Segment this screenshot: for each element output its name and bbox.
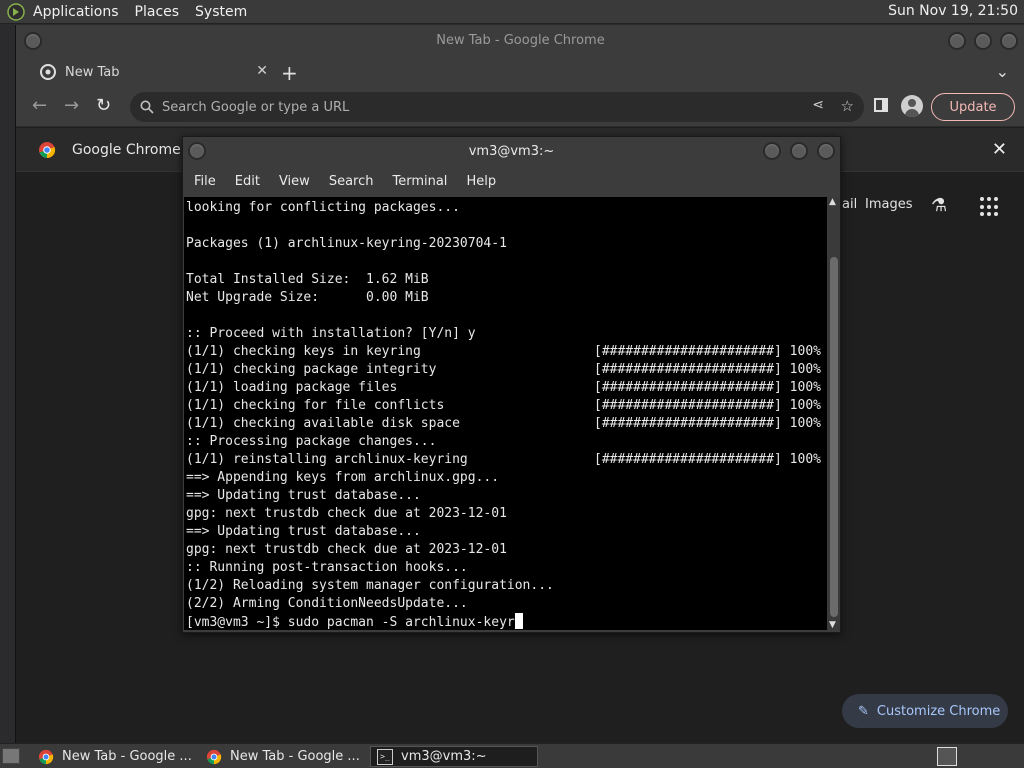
chrome-icon	[206, 749, 222, 764]
terminal-line: (1/1) checking package integrity	[186, 362, 437, 377]
terminal-line: Packages (1) archlinux-keyring-20230704-…	[186, 236, 507, 251]
taskbar-item-label: New Tab - Google ...	[230, 749, 360, 764]
images-link[interactable]: Images	[865, 197, 913, 212]
terminal-titlebar[interactable]: vm3@vm3:~	[183, 137, 840, 167]
tab-strip: New Tab ✕ + ⌄	[16, 57, 1024, 87]
terminal-menu-terminal[interactable]: Terminal	[392, 174, 447, 189]
terminal-line: :: Proceed with installation? [Y/n] y	[186, 326, 476, 341]
terminal-maximize-button[interactable]	[790, 142, 808, 160]
chrome-titlebar[interactable]: New Tab - Google Chrome	[16, 25, 1024, 57]
terminal-line: ==> Updating trust database...	[186, 524, 421, 539]
terminal-close-button[interactable]	[817, 142, 835, 160]
bookmark-star-icon[interactable]: ☆	[841, 97, 854, 115]
terminal-line: (1/1) checking for file conflicts	[186, 398, 445, 413]
terminal-cursor	[514, 613, 523, 629]
omnibox-placeholder: Search Google or type a URL	[162, 99, 350, 115]
tab-title: New Tab	[65, 64, 120, 80]
maximize-button[interactable]	[974, 32, 992, 50]
terminal-line: looking for conflicting packages...	[186, 200, 460, 215]
pencil-icon: ✎	[858, 703, 869, 719]
progress-bar-text: [######################] 100%	[594, 416, 821, 431]
terminal-line: ==> Updating trust database...	[186, 488, 421, 503]
terminal-line: gpg: next trustdb check due at 2023-12-0…	[186, 542, 507, 557]
places-menu[interactable]: Places	[135, 4, 180, 20]
terminal-line: (1/1) checking keys in keyring	[186, 344, 421, 359]
chrome-window-title: New Tab - Google Chrome	[436, 33, 605, 48]
clock[interactable]: Sun Nov 19, 21:50	[888, 3, 1018, 19]
terminal-menu-search[interactable]: Search	[329, 174, 374, 189]
progress-bar-text: [######################] 100%	[594, 344, 821, 359]
terminal-line: Net Upgrade Size: 0.00 MiB	[186, 290, 429, 305]
terminal-line: (1/1) loading package files	[186, 380, 398, 395]
side-panel-icon[interactable]	[874, 98, 888, 112]
chrome-toolbar: ← → ↻ Search Google or type a URL ⋖ ☆ Up…	[16, 87, 1024, 127]
close-infobar-icon[interactable]: ✕	[992, 139, 1007, 160]
progress-bar-text: [######################] 100%	[594, 380, 821, 395]
update-button[interactable]: Update	[931, 93, 1015, 121]
minimize-button[interactable]	[948, 32, 966, 50]
terminal-line: (1/2) Reloading system manager configura…	[186, 578, 554, 593]
share-icon[interactable]: ⋖	[812, 97, 824, 113]
terminal-menu-edit[interactable]: Edit	[235, 174, 260, 189]
progress-bar-text: [######################] 100%	[594, 398, 821, 413]
terminal-window: vm3@vm3:~ File Edit View Search Terminal…	[182, 136, 841, 633]
labs-flask-icon[interactable]: ⚗	[931, 195, 947, 216]
terminal-line: ==> Appending keys from archlinux.gpg...	[186, 470, 500, 485]
system-menu[interactable]: System	[195, 4, 247, 20]
top-panel: Applications Places System Sun Nov 19, 2…	[0, 0, 1024, 24]
new-tab-icon[interactable]: +	[281, 61, 298, 85]
terminal-line: :: Running post-transaction hooks...	[186, 560, 468, 575]
search-icon	[140, 100, 154, 114]
gmail-link[interactable]: ail	[842, 197, 857, 212]
forward-icon[interactable]: →	[64, 95, 79, 116]
reload-icon[interactable]: ↻	[96, 95, 111, 116]
omnibox[interactable]: Search Google or type a URL ⋖ ☆	[130, 92, 864, 122]
back-icon[interactable]: ←	[32, 95, 47, 116]
customize-chrome-label: Customize Chrome	[876, 703, 1001, 719]
terminal-menu-help[interactable]: Help	[466, 174, 496, 189]
customize-chrome-button[interactable]: ✎ Customize Chrome	[842, 694, 1008, 728]
terminal-screen[interactable]: looking for conflicting packages... Packa…	[184, 197, 827, 630]
chevron-down-icon[interactable]: ⌄	[996, 62, 1009, 81]
taskbar-item-chrome-2[interactable]: New Tab - Google ...	[200, 746, 366, 767]
close-window-button[interactable]	[1000, 32, 1018, 50]
terminal-menubar: File Edit View Search Terminal Help	[183, 167, 840, 195]
google-chrome-logo-icon	[39, 141, 56, 158]
taskbar-item-label: vm3@vm3:~	[401, 749, 487, 764]
terminal-menu-file[interactable]: File	[194, 174, 216, 189]
tab-new-tab[interactable]: New Tab ✕	[26, 57, 278, 87]
workspace-switcher[interactable]	[937, 747, 957, 766]
taskbar-item-chrome-1[interactable]: New Tab - Google ...	[32, 746, 196, 767]
bottom-taskbar: New Tab - Google ... New Tab - Google ..…	[0, 743, 1024, 768]
show-desktop-icon[interactable]	[2, 748, 20, 764]
progress-bar-text: [######################] 100%	[594, 362, 821, 377]
terminal-line: (1/1) checking available disk space	[186, 416, 460, 431]
terminal-line: Total Installed Size: 1.62 MiB	[186, 272, 429, 287]
chrome-icon	[38, 749, 54, 764]
close-tab-icon[interactable]: ✕	[256, 63, 268, 79]
scroll-down-icon[interactable]: ▼	[829, 620, 836, 630]
terminal-prompt-line: [vm3@vm3 ~]$ sudo pacman -S archlinux-ke…	[186, 613, 523, 630]
applications-menu[interactable]: Applications	[33, 4, 119, 20]
profile-avatar-icon[interactable]	[901, 95, 923, 117]
terminal-line: :: Processing package changes...	[186, 434, 437, 449]
distro-logo-icon[interactable]	[5, 1, 27, 23]
terminal-line: (1/1) reinstalling archlinux-keyring	[186, 452, 468, 467]
progress-bar-text: [######################] 100%	[594, 452, 821, 467]
terminal-minimize-button[interactable]	[763, 142, 781, 160]
infobar-text: Google Chrome is	[72, 141, 197, 158]
terminal-line: (2/2) Arming ConditionNeedsUpdate...	[186, 596, 468, 611]
terminal-menu-view[interactable]: View	[279, 174, 310, 189]
taskbar-item-label: New Tab - Google ...	[62, 749, 192, 764]
terminal-line: gpg: next trustdb check due at 2023-12-0…	[186, 506, 507, 521]
terminal-title: vm3@vm3:~	[468, 144, 555, 159]
google-apps-icon[interactable]	[980, 197, 1000, 217]
scroll-up-icon[interactable]: ▲	[829, 197, 836, 207]
terminal-scrollbar[interactable]: ▲ ▼	[828, 197, 840, 630]
terminal-icon: >_	[377, 748, 393, 765]
taskbar-item-terminal[interactable]: >_ vm3@vm3:~	[370, 746, 538, 767]
chrome-favicon-icon	[40, 64, 56, 80]
scrollbar-thumb[interactable]	[830, 257, 838, 617]
